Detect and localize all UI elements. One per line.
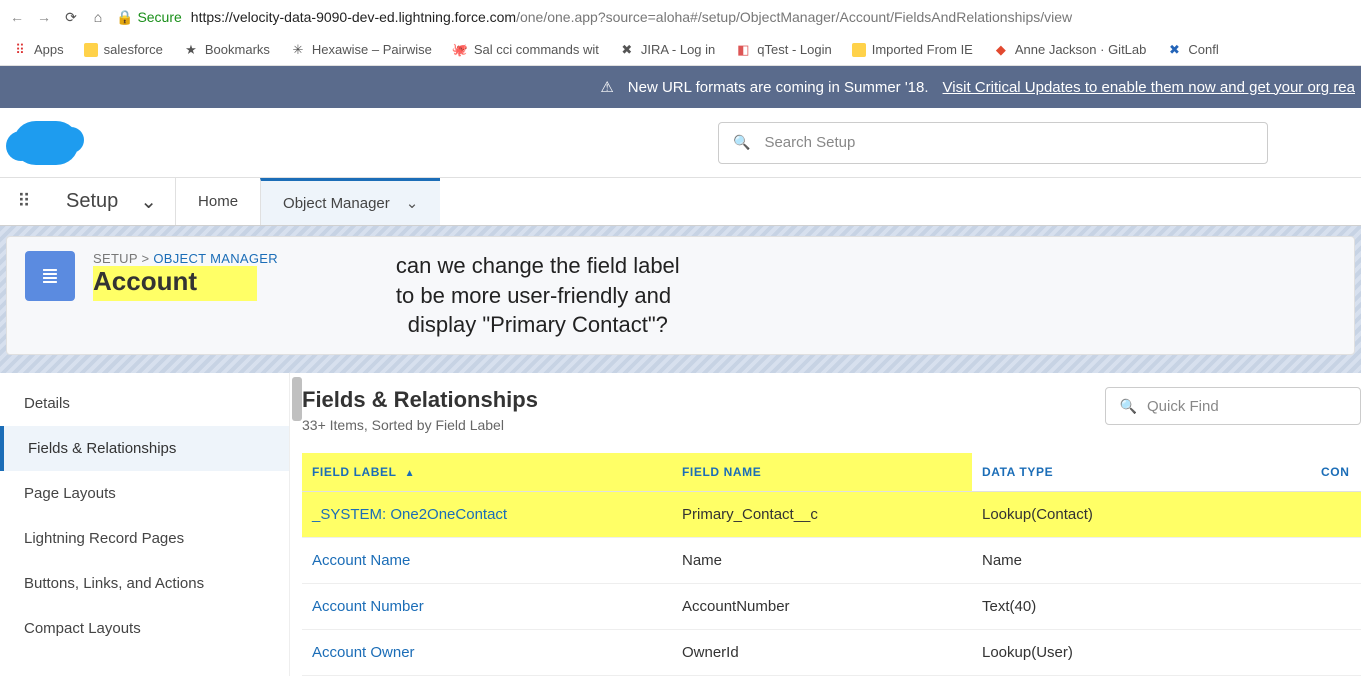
tab-home[interactable]: Home bbox=[175, 178, 260, 225]
scrollbar-handle[interactable] bbox=[292, 377, 302, 421]
address-bar[interactable]: https://velocity-data-9090-dev-ed.lightn… bbox=[191, 9, 1353, 25]
salesforce-logo[interactable] bbox=[14, 121, 78, 165]
quick-find[interactable]: 🔍 bbox=[1105, 387, 1361, 425]
field-type-cell: Text(40) bbox=[972, 584, 1311, 630]
fields-table: FIELD LABEL▲ FIELD NAME DATA TYPE CON _S… bbox=[302, 453, 1361, 676]
setup-app-label[interactable]: Setup ⌄ bbox=[48, 178, 175, 225]
lock-icon: 🔒 bbox=[116, 9, 133, 26]
rail-item-compact-layouts[interactable]: Compact Layouts bbox=[0, 606, 289, 651]
qtest-icon: ◧ bbox=[735, 42, 751, 58]
secure-indicator[interactable]: 🔒 Secure bbox=[116, 9, 182, 26]
bookmark-gitlab[interactable]: ◆Anne Jackson · GitLab bbox=[993, 42, 1147, 58]
panel-title: Fields & Relationships bbox=[302, 387, 538, 413]
bookmark-imported[interactable]: Imported From IE bbox=[852, 42, 973, 57]
main-content: Details Fields & Relationships Page Layo… bbox=[0, 373, 1361, 676]
bookmark-salesforce[interactable]: salesforce bbox=[84, 42, 163, 57]
forward-icon: → bbox=[35, 8, 53, 26]
field-type-cell: Name bbox=[972, 538, 1311, 584]
field-label-link[interactable]: Account Name bbox=[312, 552, 410, 569]
rail-item-details[interactable]: Details bbox=[0, 381, 289, 426]
breadcrumb-link[interactable]: OBJECT MANAGER bbox=[153, 251, 278, 266]
search-icon: 🔍 bbox=[1120, 398, 1137, 415]
page-title: Account bbox=[93, 266, 257, 301]
gitlab-icon: ◆ bbox=[993, 42, 1009, 58]
field-type-cell: Lookup(Contact) bbox=[972, 492, 1311, 538]
object-icon: ≣ bbox=[25, 251, 75, 301]
setup-nav: ⠿ Setup ⌄ Home Object Manager⌄ bbox=[0, 178, 1361, 226]
quick-find-input[interactable] bbox=[1147, 398, 1346, 415]
chevron-down-icon[interactable]: ⌄ bbox=[406, 194, 419, 212]
sort-asc-icon: ▲ bbox=[405, 468, 416, 479]
col-controlling[interactable]: CON bbox=[1311, 453, 1361, 492]
annotation-overlay: can we change the field label to be more… bbox=[396, 251, 680, 340]
field-label-link[interactable]: Account Owner bbox=[312, 644, 415, 661]
field-label-link[interactable]: Account Number bbox=[312, 598, 424, 615]
bookmark-salcci[interactable]: 🐙Sal cci commands wit bbox=[452, 42, 599, 58]
rail-item-lightning-pages[interactable]: Lightning Record Pages bbox=[0, 516, 289, 561]
banner-text: New URL formats are coming in Summer '18… bbox=[628, 79, 929, 96]
apps-grid-icon: ⠿ bbox=[12, 42, 28, 58]
apps-launcher[interactable]: ⠿ Apps bbox=[12, 42, 64, 58]
search-icon: 🔍 bbox=[733, 134, 750, 151]
field-label-link[interactable]: _SYSTEM: One2OneContact bbox=[312, 506, 507, 523]
object-header-band: ≣ SETUP > OBJECT MANAGER Account can we … bbox=[0, 226, 1361, 373]
table-header-row: FIELD LABEL▲ FIELD NAME DATA TYPE CON bbox=[302, 453, 1361, 492]
star-icon: ★ bbox=[183, 42, 199, 58]
tab-object-manager[interactable]: Object Manager⌄ bbox=[260, 178, 440, 225]
left-rail: Details Fields & Relationships Page Layo… bbox=[0, 373, 290, 676]
table-row[interactable]: _SYSTEM: One2OneContact Primary_Contact__… bbox=[302, 492, 1361, 538]
field-name-cell: Primary_Contact__c bbox=[672, 492, 972, 538]
reload-icon[interactable]: ⟳ bbox=[62, 8, 80, 26]
fields-panel: Fields & Relationships 33+ Items, Sorted… bbox=[290, 373, 1361, 676]
field-name-cell: AccountNumber bbox=[672, 584, 972, 630]
table-row[interactable]: Account Name NameName bbox=[302, 538, 1361, 584]
col-data-type[interactable]: DATA TYPE bbox=[972, 453, 1311, 492]
table-row[interactable]: Account Number AccountNumberText(40) bbox=[302, 584, 1361, 630]
chevron-down-icon: ⌄ bbox=[140, 189, 157, 214]
table-row[interactable]: Account Owner OwnerIdLookup(User) bbox=[302, 630, 1361, 676]
bookmarks-bar: ⠿ Apps salesforce ★Bookmarks ✳Hexawise –… bbox=[0, 34, 1361, 66]
col-field-label[interactable]: FIELD LABEL▲ bbox=[302, 453, 672, 492]
bookmark-jira[interactable]: ✖JIRA - Log in bbox=[619, 42, 715, 58]
panel-subtitle: 33+ Items, Sorted by Field Label bbox=[302, 417, 538, 433]
field-type-cell: Lookup(User) bbox=[972, 630, 1311, 676]
breadcrumb: SETUP > OBJECT MANAGER bbox=[93, 251, 278, 266]
browser-nav-bar: ← → ⟳ ⌂ 🔒 Secure https://velocity-data-9… bbox=[0, 0, 1361, 34]
confluence-icon: ✖ bbox=[1166, 42, 1182, 58]
rail-item-page-layouts[interactable]: Page Layouts bbox=[0, 471, 289, 516]
bookmark-hexawise[interactable]: ✳Hexawise – Pairwise bbox=[290, 42, 432, 58]
warning-icon: ⚠ bbox=[600, 78, 613, 96]
object-header: ≣ SETUP > OBJECT MANAGER Account can we … bbox=[6, 236, 1355, 355]
hexawise-icon: ✳ bbox=[290, 42, 306, 58]
back-icon[interactable]: ← bbox=[8, 8, 26, 26]
search-input[interactable] bbox=[764, 134, 1253, 151]
global-header: 🔍 bbox=[0, 108, 1361, 178]
col-field-name[interactable]: FIELD NAME bbox=[672, 453, 972, 492]
secure-label: Secure bbox=[137, 9, 181, 25]
bookmark-confluence[interactable]: ✖Confl bbox=[1166, 42, 1218, 58]
app-launcher-icon[interactable]: ⠿ bbox=[0, 178, 48, 225]
home-nav-icon[interactable]: ⌂ bbox=[89, 8, 107, 26]
bookmark-bookmarks[interactable]: ★Bookmarks bbox=[183, 42, 270, 58]
jira-icon: ✖ bbox=[619, 42, 635, 58]
global-search[interactable]: 🔍 bbox=[718, 122, 1268, 164]
field-name-cell: Name bbox=[672, 538, 972, 584]
critical-update-banner: ⚠ New URL formats are coming in Summer '… bbox=[0, 66, 1361, 108]
banner-link[interactable]: Visit Critical Updates to enable them no… bbox=[943, 79, 1355, 96]
field-name-cell: OwnerId bbox=[672, 630, 972, 676]
github-icon: 🐙 bbox=[452, 42, 468, 58]
bookmark-qtest[interactable]: ◧qTest - Login bbox=[735, 42, 831, 58]
rail-item-fields[interactable]: Fields & Relationships bbox=[0, 426, 289, 471]
rail-item-buttons-links[interactable]: Buttons, Links, and Actions bbox=[0, 561, 289, 606]
